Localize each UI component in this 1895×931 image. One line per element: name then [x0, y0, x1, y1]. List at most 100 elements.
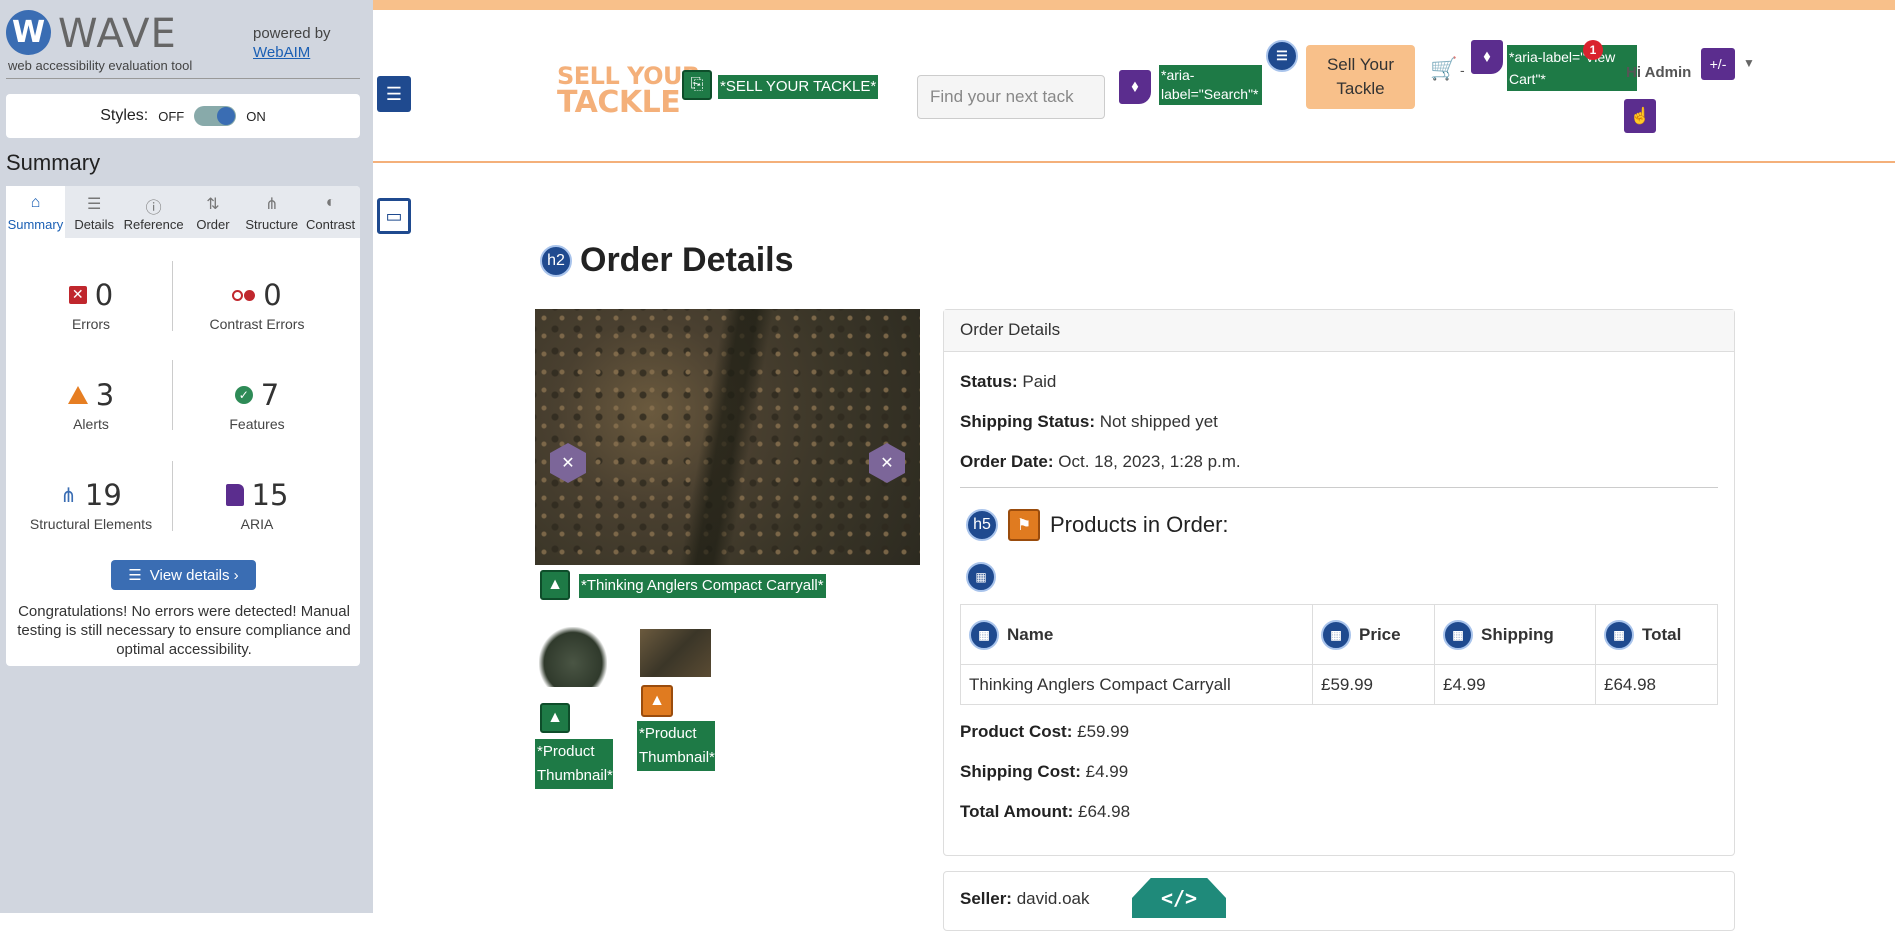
top-accent-bar [373, 0, 1895, 10]
tab-label: Summary [7, 217, 64, 232]
contrast-errors-label: Contrast Errors [209, 316, 305, 332]
table-header: ▦ Price [1312, 604, 1435, 665]
seller-value[interactable]: david.oak [1017, 889, 1090, 908]
styles-toggle[interactable] [194, 106, 237, 126]
user-greeting[interactable]: Hi Admin [1626, 64, 1691, 81]
logo-line2: TACKLE [557, 85, 681, 120]
stat-features[interactable]: ✓ 7 Features [172, 378, 342, 432]
cell-shipping: £4.99 [1434, 664, 1596, 705]
heading-alert-icon[interactable]: ⚑ [1008, 509, 1040, 541]
close-icon[interactable]: ✕ [869, 443, 905, 483]
tab-details[interactable]: ☰ Details [65, 186, 124, 238]
chevron-down-icon[interactable]: ▼ [1743, 56, 1755, 70]
cell-name: Thinking Anglers Compact Carryall [960, 664, 1313, 705]
tab-contrast[interactable]: ◐ Contrast [301, 186, 360, 238]
card-divider [960, 487, 1718, 488]
list-icon: ☰ [128, 567, 142, 584]
site-logo[interactable]: SELL YOUR TACKLE [557, 64, 701, 120]
heading-level-icon[interactable]: h2 [540, 244, 572, 277]
image-alt-icon[interactable]: ▲ [540, 570, 570, 600]
wave-header: W WAVE web accessibility evaluation tool… [0, 0, 373, 80]
tab-label: Structure [245, 217, 299, 232]
feature-check-icon: ✓ [234, 386, 253, 404]
heading-level-icon[interactable]: h5 [966, 509, 998, 541]
styles-toggle-box: Styles: OFF ON [6, 94, 360, 138]
tab-reference[interactable]: ⓘ Reference [124, 186, 184, 238]
list-icon[interactable]: ☰ [1266, 40, 1298, 72]
logo-alt-label: *SELL YOUR TACKLE* [718, 75, 879, 99]
thumb1-alt-label: *Product Thumbnail* [535, 739, 613, 789]
product-thumbnail[interactable] [640, 629, 711, 677]
wave-sidebar: W WAVE web accessibility evaluation tool… [0, 0, 373, 913]
table-header-icon[interactable]: ▦ [1604, 619, 1634, 650]
image-alt-icon[interactable]: ▲ [540, 703, 570, 733]
wave-logo-icon: W [6, 10, 51, 55]
tab-label: Contrast [306, 217, 356, 232]
seller-label: Seller: [960, 889, 1012, 908]
webaim-link[interactable]: WebAIM [253, 44, 310, 61]
tab-structure[interactable]: ⋔ Structure [242, 186, 301, 238]
table-header-icon[interactable]: ▦ [1443, 619, 1473, 650]
stat-structural[interactable]: ⋔ 19 Structural Elements [6, 478, 176, 532]
powered-by-label: powered by [253, 25, 331, 42]
search-input[interactable]: Find your next tack [917, 75, 1105, 119]
tab-summary[interactable]: ⌂ Summary [6, 186, 65, 238]
aria-label-icon[interactable]: ⬧ [1471, 40, 1503, 74]
region-icon[interactable]: ▭ [377, 198, 411, 234]
structure-icon: ⋔ [265, 196, 279, 213]
page-content: ▭ h2 Order Details ✕ ✕ ▲ *Thinking Angle… [373, 165, 1895, 931]
aria-tabindex-icon[interactable]: ☝ [1624, 99, 1656, 133]
structural-count: 19 [84, 478, 122, 512]
table-header-icon[interactable]: ▦ [1321, 619, 1351, 650]
table-icon[interactable]: ▦ [966, 562, 996, 592]
contrast-errors-count: 0 [263, 278, 282, 312]
products-heading-text: Products in Order: [1050, 512, 1229, 537]
alerts-label: Alerts [73, 416, 109, 432]
sell-your-tackle-button[interactable]: Sell Your Tackle [1306, 45, 1415, 109]
styles-label: Styles: [100, 107, 149, 124]
aria-label-icon[interactable]: ⬧ [1119, 70, 1151, 104]
cart-aria-label: *aria-label="View Cart"* [1507, 45, 1637, 91]
alert-image-icon[interactable]: ▲ [641, 685, 673, 717]
close-icon[interactable]: ✕ [550, 443, 586, 483]
tab-label: Details [74, 217, 115, 232]
aria-expanded-icon[interactable]: +/- [1701, 48, 1735, 80]
list-structure-icon[interactable]: ☰ [377, 76, 411, 112]
shipping-status: Shipping Status: Not shipped yet [960, 412, 1218, 432]
order-date: Order Date: Oct. 18, 2023, 1:28 p.m. [960, 452, 1241, 472]
alerts-count: 3 [95, 378, 115, 412]
order-details-card: Order Details Status: Paid Shipping Stat… [943, 309, 1735, 856]
error-icon: ✕ [68, 286, 87, 304]
table-header-icon[interactable]: ▦ [969, 619, 999, 650]
order-date-label: Order Date: [960, 452, 1054, 471]
order-card-title: Order Details [944, 310, 1734, 352]
shipping-status-label: Shipping Status: [960, 412, 1096, 431]
view-details-label: View details › [149, 566, 239, 584]
tab-label: Order [196, 217, 230, 232]
features-label: Features [229, 416, 285, 432]
table-row: Thinking Anglers Compact Carryall £59.99… [960, 664, 1718, 705]
aria-label: ARIA [240, 516, 274, 532]
stat-alerts[interactable]: 3 Alerts [6, 378, 176, 432]
page-title: h2 Order Details [540, 241, 794, 280]
stat-contrast-errors[interactable]: 0 Contrast Errors [172, 278, 342, 332]
code-icon[interactable]: </> [1132, 878, 1226, 918]
view-details-button[interactable]: ☰ View details › [111, 560, 256, 590]
alert-icon [67, 386, 88, 404]
total-amount-label: Total Amount: [960, 802, 1074, 821]
errors-count: 0 [94, 278, 114, 312]
aria-icon [225, 484, 244, 506]
stat-aria[interactable]: 15 ARIA [172, 478, 342, 532]
stat-errors[interactable]: ✕ 0 Errors [6, 278, 176, 332]
shipping-status-value: Not shipped yet [1099, 412, 1218, 431]
linked-image-icon[interactable]: ⎘ [682, 70, 712, 100]
header-price: Price [1359, 624, 1401, 644]
product-thumbnail[interactable] [539, 627, 607, 687]
product-main-image: ✕ ✕ [535, 309, 920, 565]
congrats-message: Congratulations! No errors were detected… [17, 603, 351, 658]
cart-icon[interactable]: 🛒 [1430, 56, 1457, 82]
powered-by: powered by WebAIM [253, 24, 331, 62]
total-amount-value: £64.98 [1078, 802, 1131, 821]
tab-order[interactable]: ⇅ Order [184, 186, 243, 238]
product-cost: Product Cost: £59.99 [960, 722, 1129, 742]
